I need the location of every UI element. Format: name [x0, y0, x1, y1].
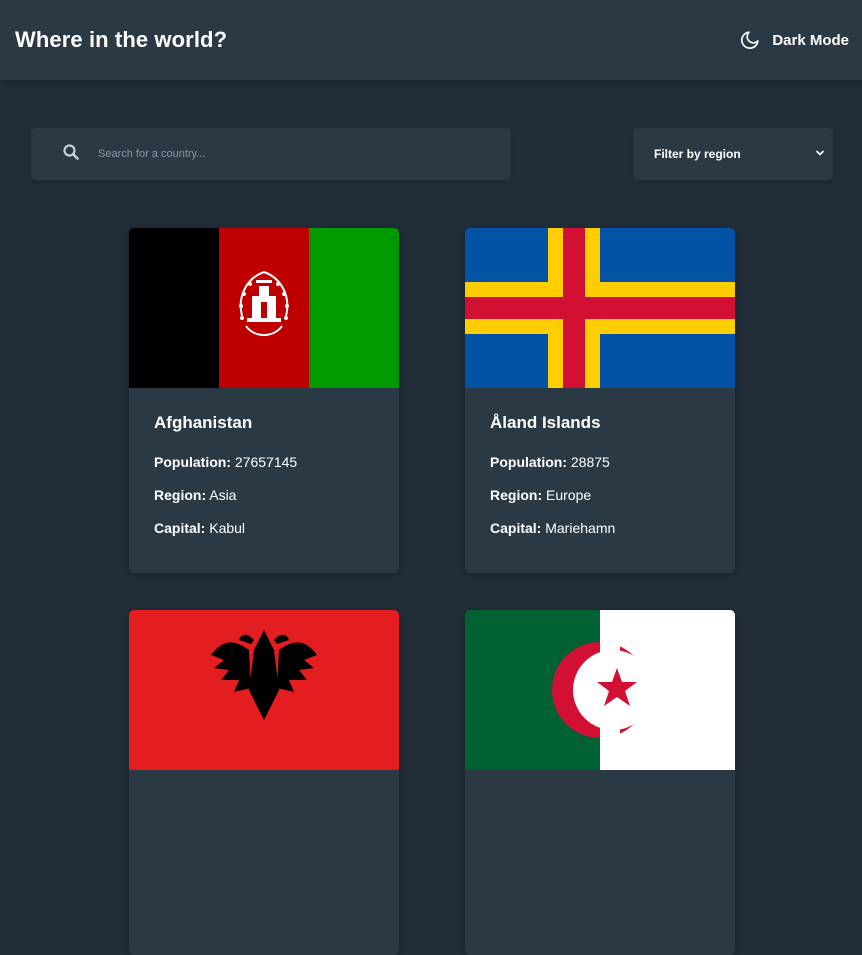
capital-value: Kabul — [209, 520, 246, 536]
country-name: Åland Islands — [490, 413, 601, 432]
country-card[interactable]: Åland Islands Population: 28875 Region: … — [465, 228, 735, 573]
population-value: 28875 — [570, 454, 610, 470]
capital-row: Capital: Mariehamn — [490, 520, 710, 536]
search-box[interactable] — [31, 128, 511, 180]
algeria-flag — [465, 610, 735, 770]
country-card[interactable]: Afghanistan Population: 27657145 Region:… — [129, 228, 399, 573]
region-row: Region: Europe — [490, 487, 710, 503]
dark-mode-label: Dark Mode — [772, 31, 849, 49]
population-value: 27657145 — [234, 454, 298, 470]
search-input[interactable] — [96, 147, 480, 161]
app-title: Where in the world? — [15, 27, 228, 52]
region-value: Asia — [209, 487, 237, 503]
country-name: Afghanistan — [154, 413, 253, 432]
region-filter-select[interactable]: Filter by region — [633, 128, 833, 180]
chevron-down-icon — [815, 147, 825, 161]
country-card[interactable] — [465, 610, 735, 955]
capital-label: Capital: — [490, 520, 542, 536]
region-row: Region: Asia — [154, 487, 374, 503]
region-filter-label: Filter by region — [654, 147, 741, 161]
capital-value: Mariehamn — [545, 520, 616, 536]
country-card[interactable] — [129, 610, 399, 955]
moon-icon — [740, 30, 760, 50]
population-row: Population: 27657145 — [154, 454, 374, 470]
app-header: Where in the world? Dark Mode — [0, 0, 862, 80]
population-label: Population: — [490, 454, 567, 470]
dark-mode-toggle[interactable]: Dark Mode — [740, 30, 849, 50]
search-icon — [63, 143, 79, 165]
population-row: Population: 28875 — [490, 454, 710, 470]
capital-row: Capital: Kabul — [154, 520, 374, 536]
aland-islands-flag — [465, 228, 735, 388]
region-label: Region: — [490, 487, 543, 503]
population-label: Population: — [154, 454, 231, 470]
region-value: Europe — [546, 487, 592, 503]
capital-label: Capital: — [154, 520, 206, 536]
afghanistan-flag — [129, 228, 399, 388]
albania-flag — [129, 610, 399, 770]
region-label: Region: — [154, 487, 207, 503]
